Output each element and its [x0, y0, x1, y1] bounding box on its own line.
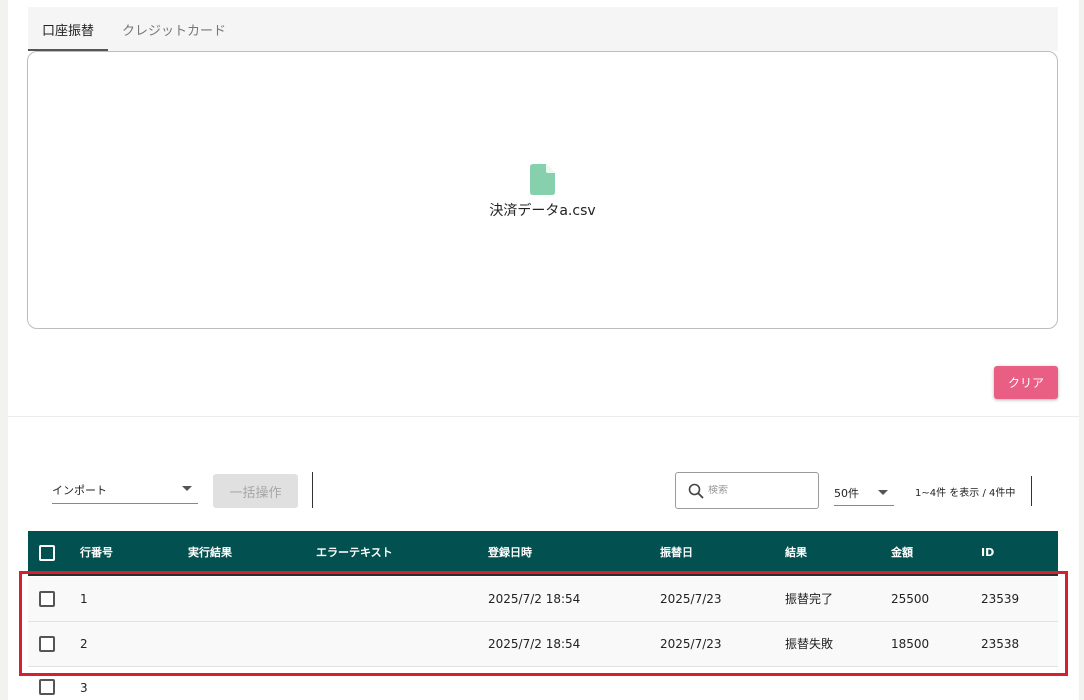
table-row[interactable]: 1 2025/7/2 18:54 2025/7/23 振替完了 25500 23… — [28, 577, 1058, 622]
search-icon — [688, 483, 704, 499]
row-checkbox[interactable] — [39, 591, 55, 607]
row-checkbox[interactable] — [39, 679, 55, 695]
col-amount[interactable]: 金額 — [891, 531, 913, 573]
per-page-value: 50件 — [834, 486, 859, 500]
cell-registered-at: 2025/7/2 18:54 — [488, 592, 581, 606]
cell-registered-at: 2025/7/2 18:54 — [488, 637, 581, 651]
tab-bank-transfer[interactable]: 口座振替 — [28, 7, 109, 51]
chevron-down-icon — [182, 486, 192, 491]
bulk-action-button[interactable]: 一括操作 — [213, 474, 298, 508]
pagination-range: 1~4件 を表示 / 4件中 — [915, 488, 1016, 499]
cell-id: 23538 — [981, 637, 1020, 651]
cell-row-number: 1 — [80, 592, 88, 606]
search-input[interactable] — [708, 485, 808, 496]
table-row[interactable]: 2 2025/7/2 18:54 2025/7/23 振替失敗 18500 23… — [28, 622, 1058, 667]
col-row-number[interactable]: 行番号 — [80, 531, 113, 573]
file-icon — [530, 164, 555, 195]
chevron-down-icon — [878, 490, 888, 495]
col-id[interactable]: ID — [981, 531, 994, 573]
cell-result: 振替失敗 — [785, 637, 834, 651]
search-box[interactable] — [675, 472, 819, 509]
col-error-text[interactable]: エラーテキスト — [316, 531, 393, 573]
cell-result: 振替完了 — [785, 592, 834, 606]
table-header: 行番号 実行結果 エラーテキスト 登録日時 振替日 結果 金額 ID — [28, 531, 1058, 576]
row-checkbox[interactable] — [39, 636, 55, 652]
toolbar-separator-right — [1031, 476, 1032, 506]
col-registered-at[interactable]: 登録日時 — [488, 531, 532, 573]
per-page-select[interactable]: 50件 — [834, 480, 894, 506]
tab-credit-card[interactable]: クレジットカード — [108, 7, 240, 51]
import-select-value: インポート — [52, 483, 107, 497]
cell-amount: 18500 — [891, 637, 930, 651]
col-exec-result[interactable]: 実行結果 — [188, 531, 232, 573]
toolbar-separator — [312, 472, 313, 508]
cell-row-number: 2 — [80, 637, 88, 651]
col-transfer-date[interactable]: 振替日 — [660, 531, 693, 573]
page: 口座振替 クレジットカード 決済データa.csv クリア インポート 一括操作 … — [8, 0, 1079, 700]
divider — [8, 416, 1079, 417]
import-select[interactable]: インポート — [52, 476, 198, 504]
cell-id: 23539 — [981, 592, 1020, 606]
tab-bar: 口座振替 クレジットカード — [28, 7, 1058, 51]
select-all-checkbox[interactable] — [39, 545, 55, 561]
cell-amount: 25500 — [891, 592, 930, 606]
cell-transfer-date: 2025/7/23 — [660, 637, 722, 651]
file-drop-zone[interactable]: 決済データa.csv — [27, 51, 1058, 329]
uploaded-file-name: 決済データa.csv — [489, 203, 596, 219]
cell-transfer-date: 2025/7/23 — [660, 592, 722, 606]
col-result[interactable]: 結果 — [785, 531, 807, 573]
clear-button[interactable]: クリア — [994, 366, 1058, 399]
table-row[interactable]: 3 — [28, 667, 1058, 700]
cell-row-number: 3 — [80, 681, 88, 695]
